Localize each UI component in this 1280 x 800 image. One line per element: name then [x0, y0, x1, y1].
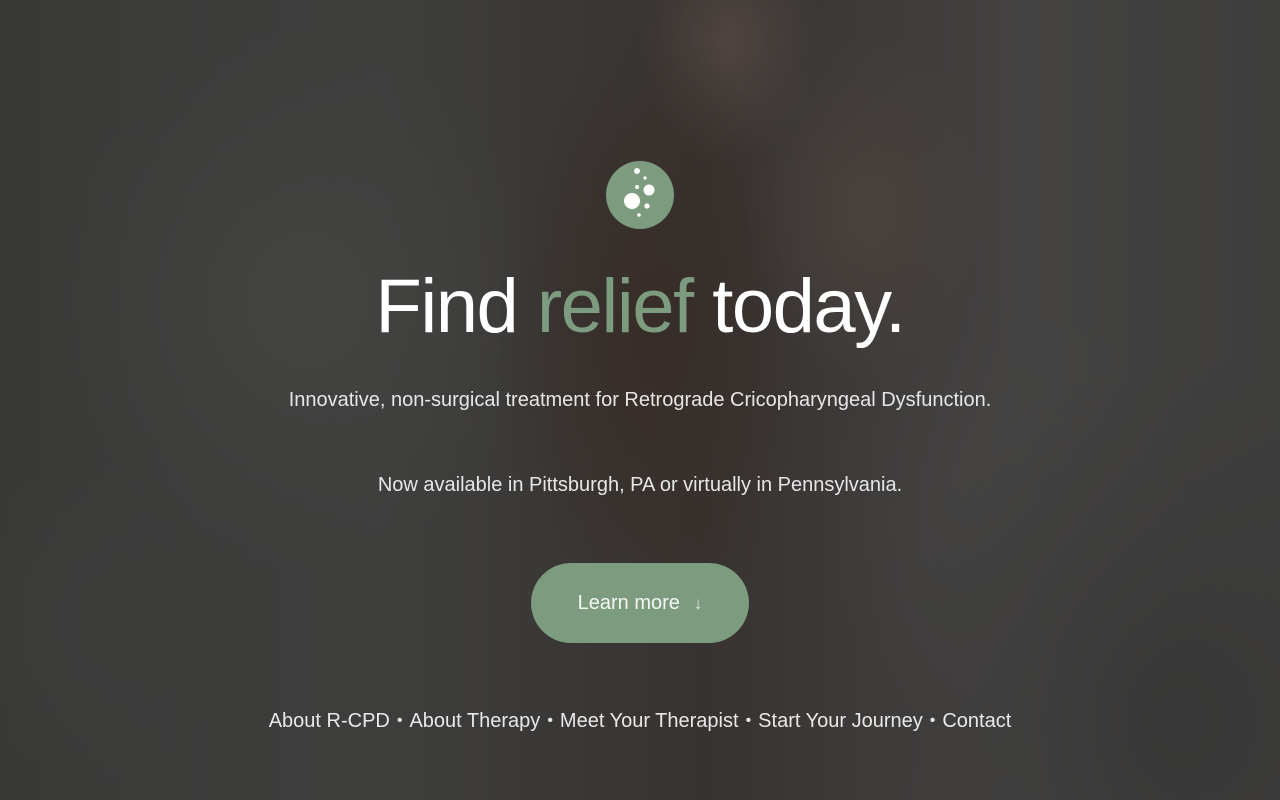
- headline-text-start: Find: [375, 264, 537, 349]
- hero-section: Find relief today. Innovative, non-surgi…: [0, 0, 1280, 800]
- hero-availability-text: Now available in Pittsburgh, PA or virtu…: [377, 474, 903, 496]
- bubbles-logo-icon: [606, 161, 674, 229]
- footer-nav: About R-CPD • About Therapy • Meet Your …: [0, 708, 1280, 734]
- nav-link-contact[interactable]: Contact: [942, 708, 1011, 734]
- hero-content: Find relief today. Innovative, non-surgi…: [0, 0, 1280, 800]
- nav-separator: •: [745, 712, 752, 729]
- nav-link-about-therapy[interactable]: About Therapy: [409, 708, 540, 734]
- nav-separator: •: [547, 712, 553, 729]
- hero-subtitle: Innovative, non-surgical treatment for R…: [288, 389, 992, 411]
- nav-link-meet-therapist[interactable]: Meet Your Therapist: [560, 708, 739, 734]
- arrow-down-icon: ↓: [693, 594, 703, 613]
- nav-link-about-rcpd[interactable]: About R-CPD: [269, 708, 390, 734]
- headline-text-end: today.: [692, 264, 906, 349]
- headline-accent-word: relief: [536, 264, 694, 349]
- learn-more-label: Learn more: [577, 591, 680, 614]
- learn-more-button[interactable]: Learn more ↓: [531, 563, 749, 643]
- page-title: Find relief today.: [0, 262, 1280, 352]
- nav-separator: •: [396, 712, 403, 729]
- nav-link-start-journey[interactable]: Start Your Journey: [758, 708, 923, 734]
- nav-separator: •: [929, 712, 936, 729]
